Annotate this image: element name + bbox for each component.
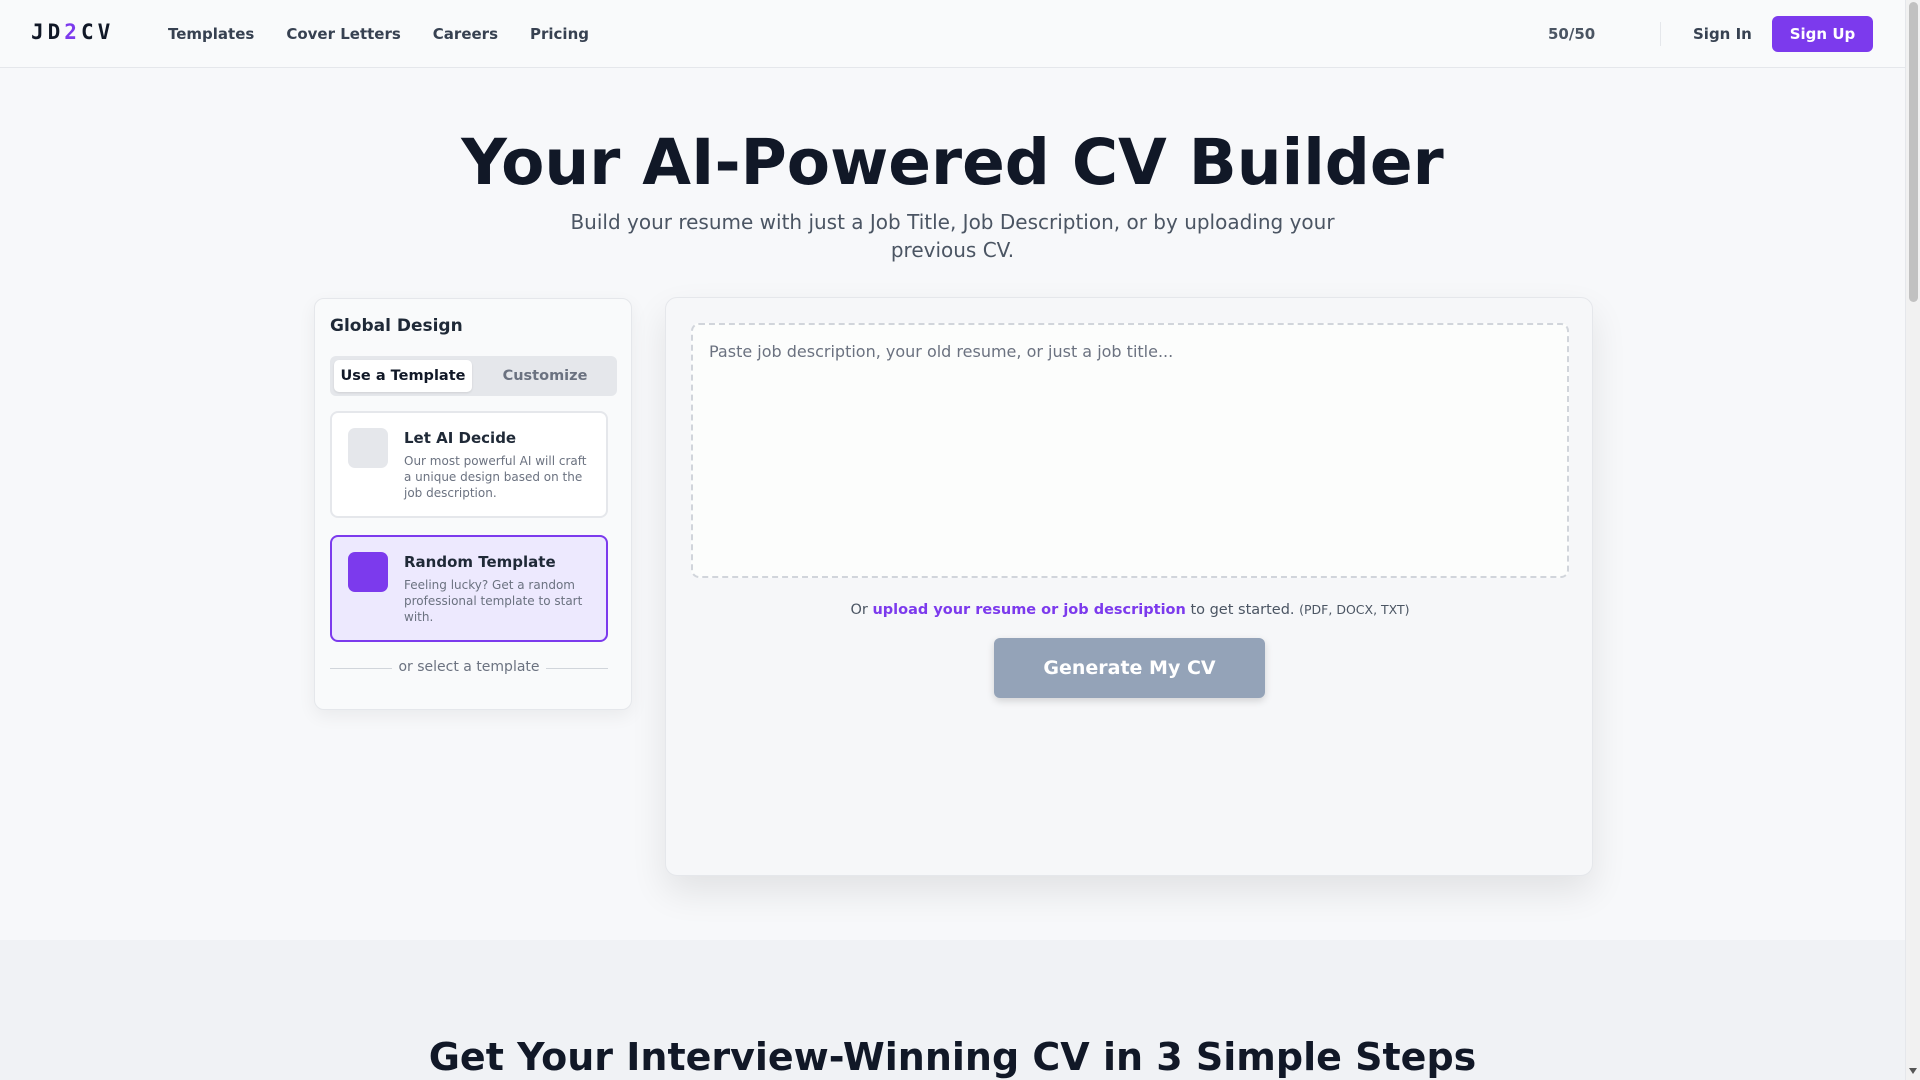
panel-title: Global Design xyxy=(330,316,463,336)
scrollbar-thumb[interactable] xyxy=(1909,2,1918,302)
design-mode-toggle: Use a Template Customize xyxy=(330,356,617,396)
steps-title: Get Your Interview-Winning CV in 3 Simpl… xyxy=(428,1035,1477,1079)
job-description-input[interactable] xyxy=(691,323,1569,578)
logo-part-jd: JD xyxy=(31,20,65,44)
cv-input-card: Or upload your resume or job description… xyxy=(665,297,1593,876)
sign-up-button[interactable]: Sign Up xyxy=(1772,16,1873,52)
tab-customize[interactable]: Customize xyxy=(476,360,614,392)
upload-hint: Or upload your resume or job description… xyxy=(666,602,1594,618)
logo-part-2: 2 xyxy=(64,20,81,44)
option-title: Let AI Decide xyxy=(404,429,517,447)
nav-pricing[interactable]: Pricing xyxy=(530,25,589,43)
option-description: Feeling lucky? Get a random professional… xyxy=(404,578,583,624)
option-swatch xyxy=(348,428,388,468)
tab-use-template[interactable]: Use a Template xyxy=(334,360,472,392)
sign-in-link[interactable]: Sign In xyxy=(1693,25,1752,43)
separator-text: or select a template xyxy=(330,659,608,675)
scroll-down-arrow-icon[interactable] xyxy=(1909,1068,1917,1074)
hero-title: Your AI-Powered CV Builder xyxy=(461,126,1444,199)
separator-label: or select a template xyxy=(392,659,546,675)
nav-cover-letters[interactable]: Cover Letters xyxy=(286,25,400,43)
generate-cv-button[interactable]: Generate My CV xyxy=(994,638,1265,698)
option-description: Our most powerful AI will craft a unique… xyxy=(404,454,587,500)
top-header: JD2CV Templates Cover Letters Careers Pr… xyxy=(0,0,1905,68)
header-divider xyxy=(1660,22,1661,46)
logo[interactable]: JD2CV xyxy=(31,20,114,44)
nav-templates[interactable]: Templates xyxy=(168,25,254,43)
page-scrollbar[interactable] xyxy=(1905,0,1920,1080)
option-title: Random Template xyxy=(404,553,556,571)
upload-suffix: to get started. xyxy=(1190,602,1295,618)
hero-subtitle: Build your resume with just a Job Title,… xyxy=(570,210,1335,262)
upload-formats: (PDF, DOCX, TXT) xyxy=(1299,602,1410,617)
nav-careers[interactable]: Careers xyxy=(433,25,498,43)
logo-part-cv: CV xyxy=(80,20,115,44)
credits-counter: 50/50 xyxy=(1548,25,1596,43)
upload-prefix: Or xyxy=(850,602,868,618)
upload-link[interactable]: upload your resume or job description xyxy=(872,602,1185,618)
option-swatch xyxy=(348,552,388,592)
option-random-template[interactable]: Random Template Feeling lucky? Get a ran… xyxy=(330,535,608,642)
global-design-panel: Global Design Use a Template Customize L… xyxy=(314,298,632,710)
option-let-ai-decide[interactable]: Let AI Decide Our most powerful AI will … xyxy=(330,411,608,518)
main-nav: Templates Cover Letters Careers Pricing xyxy=(168,0,621,68)
